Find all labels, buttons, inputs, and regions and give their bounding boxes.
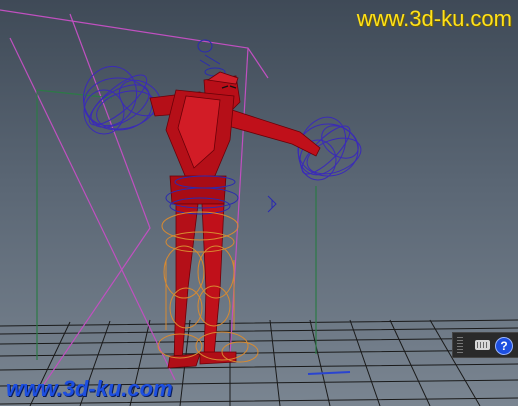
3d-viewport[interactable]: www.3d-ku.com www.3d-ku.com ? (0, 0, 518, 406)
head-controls (197, 39, 226, 77)
watermark-top: www.3d-ku.com (356, 6, 512, 31)
scene-canvas[interactable] (0, 0, 518, 406)
help-line-panel: ? (452, 332, 518, 358)
help-icon[interactable]: ? (495, 337, 513, 355)
ground-marker (307, 371, 351, 375)
panel-grip-handle[interactable] (457, 337, 463, 353)
camera-frustum (0, 9, 269, 391)
keyboard-icon[interactable] (475, 340, 490, 350)
watermark-bottom: www.3d-ku.com (6, 376, 173, 401)
